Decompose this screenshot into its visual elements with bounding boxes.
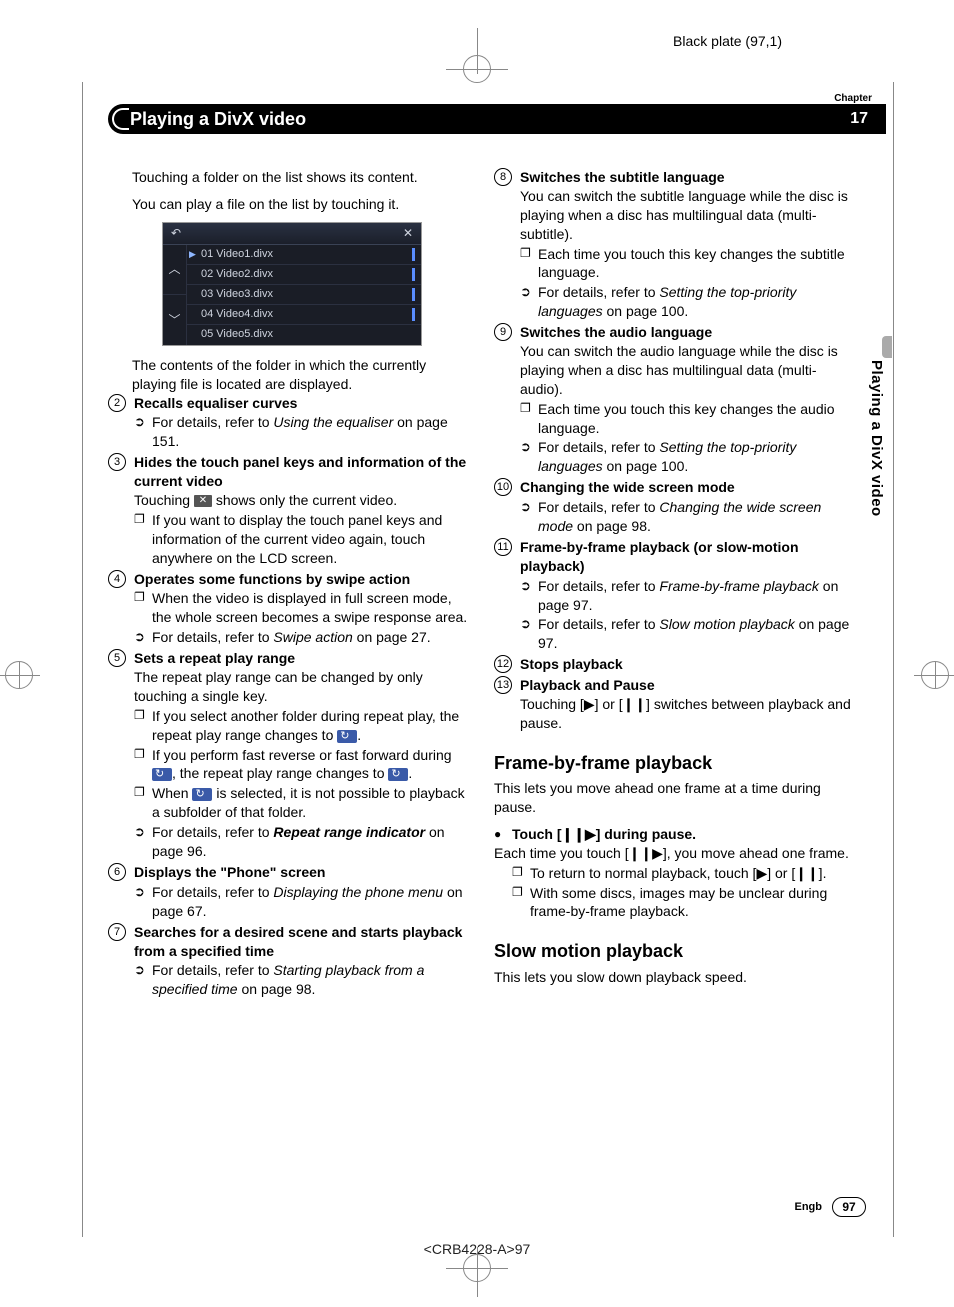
section-slow-motion-heading: Slow motion playback (494, 939, 854, 963)
item-11: 11 Frame-by-frame playback (or slow-moti… (494, 538, 854, 653)
ref-link: For details, refer to Repeat range indic… (134, 823, 468, 861)
intro-line-2: You can play a file on the list by touch… (132, 195, 468, 214)
ref-link: For details, refer to Using the equalise… (134, 413, 468, 451)
crop-mark-left (0, 654, 40, 696)
note: If you want to display the touch panel k… (134, 511, 468, 568)
note: To return to normal playback, touch [▶] … (512, 864, 854, 883)
repeat-icon (152, 768, 172, 781)
item-9: 9 Switches the audio language You can sw… (494, 323, 854, 476)
document-id: <CRB4228-A>97 (424, 1240, 531, 1259)
back-icon: ↶ (171, 225, 181, 241)
close-icon: ✕ (403, 225, 413, 241)
side-tab: Playing a DivX video (864, 336, 886, 570)
item-7: 7 Searches for a desired scene and start… (108, 923, 468, 1000)
chapter-title: Playing a DivX video (108, 107, 306, 131)
instruction-bullet: Touch [❙❙▶] during pause. (494, 825, 854, 844)
ref-link: For details, refer to Changing the wide … (520, 498, 854, 536)
chapter-header-bar: Playing a DivX video 17 (108, 104, 886, 134)
right-column: 8 Switches the subtitle language You can… (494, 168, 854, 1177)
ref-link: For details, refer to Displaying the pho… (134, 883, 468, 921)
list-item: 02 Video2.divx (187, 265, 421, 285)
page-footer: Engb 97 (795, 1197, 867, 1217)
section-slow-motion-desc: This lets you slow down playback speed. (494, 968, 854, 987)
black-plate-label: Black plate (97,1) (673, 32, 782, 51)
crop-mark-right (914, 654, 954, 696)
list-item: 03 Video3.divx (187, 285, 421, 305)
file-list-screenshot: ↶ ✕ ︿ ﹀ 01 Video1.divx 02 Video2.divx 03… (162, 222, 422, 346)
ref-link: For details, refer to Starting playback … (134, 961, 468, 999)
item-10: 10 Changing the wide screen mode For det… (494, 478, 854, 536)
chapter-number: 17 (850, 108, 868, 130)
item-8: 8 Switches the subtitle language You can… (494, 168, 854, 321)
item-4: 4 Operates some functions by swipe actio… (108, 570, 468, 648)
item-13: 13 Playback and Pause Touching [▶] or [❙… (494, 676, 854, 733)
ref-link: For details, refer to Setting the top-pr… (520, 438, 854, 476)
list-item: 01 Video1.divx (187, 245, 421, 265)
item-6: 6 Displays the "Phone" screen For detail… (108, 863, 468, 921)
repeat-icon (192, 788, 212, 801)
section-frame-by-frame-desc: This lets you move ahead one frame at a … (494, 779, 854, 817)
intro-line-1: Touching a folder on the list shows its … (132, 168, 468, 187)
note: Each time you touch this key changes the… (520, 245, 854, 283)
left-column: Touching a folder on the list shows its … (108, 168, 468, 1177)
scroll-down-icon: ﹀ (163, 294, 187, 345)
ref-link: For details, refer to Setting the top-pr… (520, 283, 854, 321)
note: When the video is displayed in full scre… (134, 589, 468, 627)
item-3: 3 Hides the touch panel keys and informa… (108, 453, 468, 567)
list-item: 05 Video5.divx (187, 325, 421, 345)
note: With some discs, images may be unclear d… (512, 884, 854, 922)
folder-contents-note: The contents of the folder in which the … (132, 356, 468, 394)
repeat-icon (388, 768, 408, 781)
hide-keys-icon: ✕ (194, 495, 212, 507)
note: If you select another folder during repe… (134, 707, 468, 745)
side-tab-text: Playing a DivX video (864, 360, 886, 570)
footer-language: Engb (795, 1200, 823, 1215)
section-frame-by-frame-detail: Each time you touch [❙❙▶], you move ahea… (494, 844, 854, 863)
section-frame-by-frame-heading: Frame-by-frame playback (494, 751, 854, 775)
note: When is selected, it is not possible to … (134, 784, 468, 822)
item-5: 5 Sets a repeat play range The repeat pl… (108, 649, 468, 861)
item-2: 2 Recalls equaliser curves For details, … (108, 394, 468, 452)
item-12: 12Stops playback (494, 655, 854, 674)
repeat-icon (337, 730, 357, 743)
note: Each time you touch this key changes the… (520, 400, 854, 438)
ref-link: For details, refer to Swipe action on pa… (134, 628, 468, 647)
ref-link: For details, refer to Frame-by-frame pla… (520, 577, 854, 615)
ref-link: For details, refer to Slow motion playba… (520, 615, 854, 653)
list-item: 04 Video4.divx (187, 305, 421, 325)
scroll-up-icon: ︿ (163, 245, 187, 295)
footer-page-number: 97 (832, 1197, 866, 1217)
note: If you perform fast reverse or fast forw… (134, 746, 468, 784)
